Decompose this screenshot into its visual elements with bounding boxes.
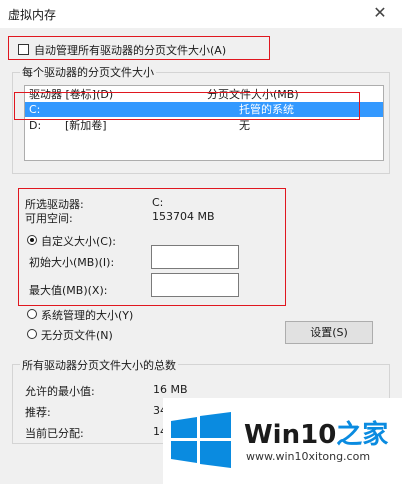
watermark-brand-prefix: Win10 [244, 420, 337, 450]
drive-row-d[interactable]: D: [新加卷] 无 [25, 118, 383, 133]
auto-manage-label[interactable]: 自动管理所有驱动器的分页文件大小(A) [34, 42, 226, 58]
dialog-title: 虚拟内存 [8, 8, 57, 22]
per-drive-group-label: 每个驱动器的分页文件大小 [20, 64, 156, 80]
watermark-url: www.win10xitong.com [246, 450, 371, 463]
system-managed-label[interactable]: 系统管理的大小(Y) [41, 307, 133, 323]
watermark-brand-suffix: 之家 [336, 420, 389, 450]
currently-allocated-label: 当前已分配: [25, 427, 84, 440]
drive-letter: D: [29, 119, 42, 132]
auto-manage-checkbox[interactable] [18, 44, 29, 55]
no-paging-file-radio[interactable] [27, 329, 37, 339]
system-managed-radio[interactable] [27, 309, 37, 319]
free-space-value: 153704 MB [152, 210, 215, 223]
min-allowed-label: 允许的最小值: [25, 385, 95, 398]
drive-volume-label: [新加卷] [65, 119, 107, 132]
max-size-label: 最大值(MB)(X): [29, 284, 108, 297]
title-bar [0, 0, 402, 28]
free-space-label: 可用空间: [25, 212, 73, 225]
drive-list-highlight [14, 92, 360, 120]
totals-group-label: 所有驱动器分页文件大小的总数 [20, 357, 178, 373]
drive-paging-size: 无 [239, 119, 250, 132]
set-button[interactable]: 设置(S) [285, 321, 373, 344]
no-paging-file-label[interactable]: 无分页文件(N) [41, 327, 113, 343]
windows-logo-icon [171, 412, 231, 468]
selected-drive-value: C: [152, 196, 164, 209]
close-button[interactable]: ✕ [370, 3, 390, 23]
initial-size-input[interactable] [151, 245, 239, 269]
max-size-input[interactable] [151, 273, 239, 297]
custom-size-radio[interactable] [27, 235, 37, 245]
watermark-brand: Win10之家 [244, 414, 388, 451]
initial-size-label: 初始大小(MB)(I): [29, 256, 115, 269]
custom-size-label[interactable]: 自定义大小(C): [41, 233, 116, 249]
min-allowed-value: 16 MB [153, 383, 188, 396]
recommended-label: 推荐: [25, 406, 51, 419]
